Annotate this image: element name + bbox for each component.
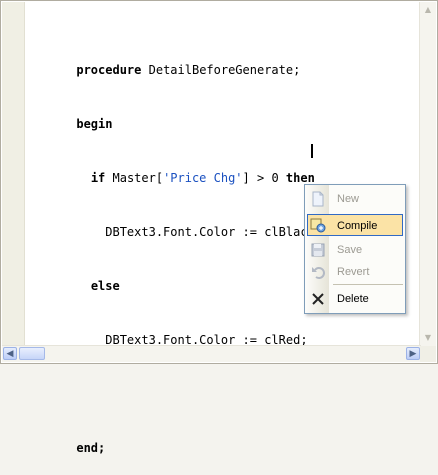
code-line: end;	[33, 421, 315, 455]
scroll-right-arrow-icon[interactable]: ▶	[406, 347, 420, 360]
horizontal-scrollbar[interactable]: ◀ ▶	[2, 345, 421, 362]
text-cursor	[311, 144, 313, 158]
code-area[interactable]: procedure DetailBeforeGenerate; begin if…	[33, 7, 315, 475]
menu-item-save[interactable]: Save	[307, 239, 403, 261]
code-line: DBText3.Font.Color := clRed;	[33, 313, 315, 347]
menu-item-revert[interactable]: Revert	[307, 261, 403, 283]
menu-item-compile[interactable]: Compile	[307, 214, 403, 236]
delete-icon	[310, 291, 326, 307]
code-line: DBText3.Font.Color := clBlack	[33, 205, 315, 239]
code-token: end;	[76, 441, 106, 455]
code-token: then	[285, 171, 315, 185]
code-line: if Master['Price Chg'] > 0 then	[33, 151, 315, 185]
scroll-down-arrow-icon[interactable]: ▼	[422, 332, 434, 344]
scrollbar-corner	[420, 346, 436, 362]
new-document-icon	[310, 191, 326, 207]
code-token: DBText3.Font.Color := clBlack	[76, 225, 315, 239]
horizontal-scroll-thumb[interactable]	[19, 347, 45, 360]
code-token: procedure	[76, 63, 142, 77]
menu-item-label: Delete	[337, 293, 369, 305]
compile-icon	[310, 217, 326, 233]
menu-item-label: Revert	[337, 266, 370, 278]
menu-item-new[interactable]: New	[307, 188, 403, 210]
code-token: else	[90, 279, 120, 293]
code-token: ] > 0	[242, 171, 286, 185]
menu-separator	[333, 284, 403, 285]
code-token: Master[	[105, 171, 164, 185]
save-icon	[310, 242, 326, 258]
menu-item-label: Compile	[337, 220, 378, 232]
code-line: procedure DetailBeforeGenerate;	[33, 43, 315, 77]
menu-item-label: Save	[337, 244, 363, 256]
vertical-scrollbar[interactable]: ▲ ▼	[419, 2, 436, 346]
code-token: if	[90, 171, 106, 185]
menu-item-label: New	[337, 193, 360, 205]
editor-gutter	[2, 2, 25, 346]
context-menu: New Compile Save Revert Delete	[304, 184, 406, 314]
code-line: begin	[33, 97, 315, 131]
code-line: else	[33, 259, 315, 293]
scroll-up-arrow-icon[interactable]: ▲	[422, 4, 434, 16]
code-token: 'Price Chg'	[163, 171, 243, 185]
code-token: begin	[76, 117, 113, 131]
scroll-left-arrow-icon[interactable]: ◀	[3, 347, 17, 360]
menu-item-delete[interactable]: Delete	[307, 288, 403, 310]
revert-icon	[310, 264, 326, 280]
code-token: DetailBeforeGenerate;	[141, 63, 301, 77]
